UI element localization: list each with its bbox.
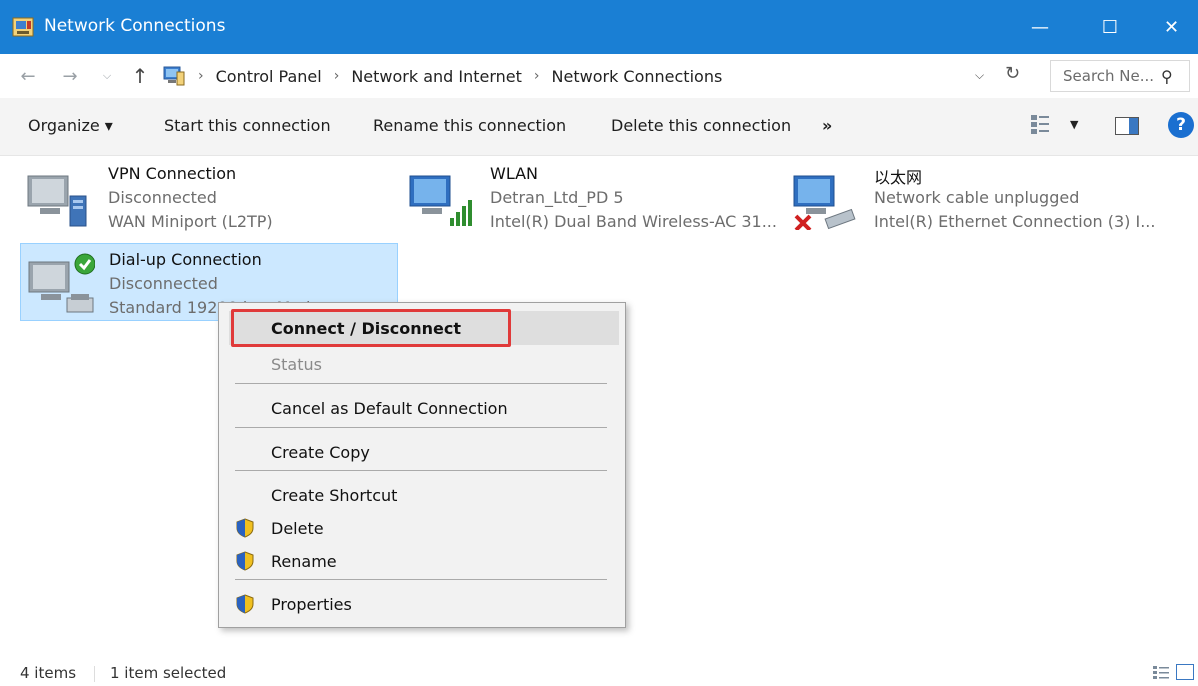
selection-count: 1 item selected [110, 664, 227, 682]
menu-separator [235, 579, 607, 580]
uac-shield-icon [236, 594, 254, 614]
menu-item-delete[interactable]: Delete [219, 511, 627, 545]
address-bar[interactable]: › Control Panel › Network and Internet ›… [156, 60, 1036, 92]
maximize-button[interactable]: ☐ [1075, 0, 1145, 54]
item-device: Intel(R) Dual Band Wireless-AC 31... [490, 212, 777, 231]
item-name: VPN Connection [108, 164, 237, 183]
minimize-button[interactable]: — [1005, 0, 1075, 54]
search-icon[interactable]: ⚲ [1161, 67, 1181, 86]
menu-item-label: Cancel as Default Connection [271, 399, 508, 418]
recent-locations-button[interactable]: ⌵ [96, 62, 118, 90]
title-bar: Network Connections — ☐ ✕ [0, 0, 1198, 54]
change-view-icon[interactable] [1030, 113, 1050, 135]
menu-separator [235, 427, 607, 428]
connection-item-wlan[interactable]: WLAN Detran_Ltd_PD 5 Intel(R) Dual Band … [402, 158, 782, 236]
help-button[interactable]: ? [1168, 112, 1194, 138]
start-connection-button[interactable]: Start this connection [164, 116, 331, 135]
menu-item-label: Create Copy [271, 443, 370, 462]
menu-item-cancel-default[interactable]: Cancel as Default Connection [219, 391, 627, 425]
navigation-bar: ← → ⌵ ↑ › Control Panel › Network and In… [0, 54, 1198, 98]
delete-connection-button[interactable]: Delete this connection [611, 116, 791, 135]
details-view-icon[interactable] [1152, 664, 1170, 680]
uac-shield-icon [236, 518, 254, 538]
vpn-connection-icon [27, 175, 87, 227]
menu-item-label: Rename [271, 552, 337, 571]
status-bar: 4 items 1 item selected [0, 656, 1198, 686]
breadcrumb-separator: › [198, 68, 204, 84]
menu-separator [235, 470, 607, 471]
menu-item-status[interactable]: Status [219, 347, 627, 381]
breadcrumb-separator[interactable]: › [334, 68, 340, 84]
forward-button[interactable]: → [56, 62, 84, 90]
item-status: Network cable unplugged [874, 188, 1080, 207]
breadcrumb-network-and-internet[interactable]: Network and Internet [351, 67, 522, 86]
explorer-window: Network Connections — ☐ ✕ ← → ⌵ ↑ › Cont… [0, 0, 1198, 686]
network-connections-icon [12, 17, 34, 37]
close-button[interactable]: ✕ [1145, 0, 1198, 54]
item-count: 4 items [20, 664, 77, 682]
refresh-icon[interactable]: ↻ [1005, 63, 1020, 84]
large-icons-view-icon[interactable] [1176, 664, 1194, 680]
item-device: WAN Miniport (L2TP) [108, 212, 273, 231]
context-menu: Connect / Disconnect Status Cancel as De… [218, 302, 626, 628]
menu-item-create-shortcut[interactable]: Create Shortcut [219, 478, 627, 512]
organize-button[interactable]: Organize ▾ [28, 116, 113, 135]
menu-item-create-copy[interactable]: Create Copy [219, 435, 627, 469]
item-status: Detran_Ltd_PD 5 [490, 188, 624, 207]
item-device: Intel(R) Ethernet Connection (3) I... [874, 212, 1156, 231]
ethernet-connection-icon [793, 175, 856, 230]
menu-item-label: Create Shortcut [271, 486, 398, 505]
dialup-connection-icon [28, 253, 95, 313]
breadcrumb-control-panel[interactable]: Control Panel [216, 67, 322, 86]
menu-separator [235, 383, 607, 384]
control-panel-icon [163, 66, 185, 86]
preview-pane-icon[interactable] [1115, 117, 1139, 135]
uac-shield-icon [236, 551, 254, 571]
highlight-box [231, 309, 511, 347]
item-status: Disconnected [108, 188, 217, 207]
back-button[interactable]: ← [14, 62, 42, 90]
connection-item-vpn[interactable]: VPN Connection Disconnected WAN Miniport… [20, 158, 390, 236]
item-status: Disconnected [109, 274, 218, 293]
connection-item-ethernet[interactable]: 以太网 Network cable unplugged Intel(R) Eth… [786, 158, 1190, 236]
command-bar: Organize ▾ Start this connection Rename … [0, 98, 1198, 156]
menu-item-label: Status [271, 355, 322, 374]
item-name: 以太网 [874, 168, 923, 187]
breadcrumb-separator[interactable]: › [534, 68, 540, 84]
item-name: WLAN [490, 164, 539, 183]
breadcrumb-network-connections[interactable]: Network Connections [552, 67, 723, 86]
status-divider [94, 666, 95, 682]
menu-item-rename[interactable]: Rename [219, 544, 627, 578]
window-title: Network Connections [44, 16, 226, 36]
up-button[interactable]: ↑ [126, 62, 154, 90]
search-placeholder[interactable]: Search Ne... [1063, 67, 1161, 85]
rename-connection-button[interactable]: Rename this connection [373, 116, 566, 135]
address-dropdown-icon[interactable]: ⌵ [975, 68, 984, 83]
search-box[interactable]: Search Ne... ⚲ [1050, 60, 1190, 92]
menu-item-properties[interactable]: Properties [219, 587, 627, 621]
wlan-connection-icon [409, 175, 472, 226]
more-commands-button[interactable]: » [822, 116, 832, 135]
menu-item-label: Properties [271, 595, 352, 614]
menu-item-label: Delete [271, 519, 324, 538]
view-dropdown-icon[interactable]: ▼ [1070, 118, 1078, 131]
item-name: Dial-up Connection [109, 250, 262, 269]
